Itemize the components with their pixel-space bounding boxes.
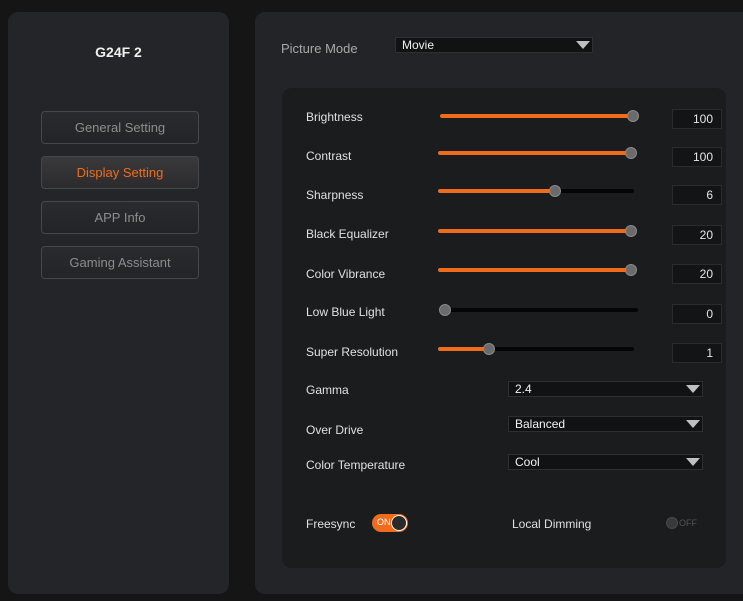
super-resolution-label: Super Resolution <box>306 345 399 359</box>
brightness-slider[interactable] <box>440 110 639 122</box>
sharpness-slider-knob[interactable] <box>549 185 561 197</box>
low-blue-light-slider[interactable] <box>439 304 638 316</box>
freesync-toggle[interactable]: ON <box>372 514 408 532</box>
settings-panel: Brightness 100 Contrast 100 Sharpness 6 … <box>282 88 726 568</box>
over-drive-label: Over Drive <box>306 423 364 437</box>
local-dimming-toggle-knob <box>666 517 678 529</box>
contrast-value[interactable]: 100 <box>672 147 722 167</box>
super-resolution-slider[interactable] <box>438 343 634 355</box>
sharpness-label: Sharpness <box>306 188 364 202</box>
over-drive-select[interactable]: Balanced <box>508 416 703 432</box>
low-blue-light-value[interactable]: 0 <box>672 304 722 324</box>
chevron-down-icon <box>682 382 702 396</box>
sharpness-slider[interactable] <box>438 185 634 197</box>
color-vibrance-slider-fill <box>438 268 631 272</box>
nav-display-setting[interactable]: Display Setting <box>41 156 199 189</box>
chevron-down-icon <box>682 455 702 469</box>
device-name: G24F 2 <box>95 44 142 60</box>
over-drive-value: Balanced <box>515 417 566 431</box>
low-blue-light-label: Low Blue Light <box>306 305 385 319</box>
black-equalizer-value[interactable]: 20 <box>672 225 722 245</box>
brightness-label: Brightness <box>306 110 363 124</box>
sharpness-slider-fill <box>438 189 555 193</box>
gamma-label: Gamma <box>306 383 349 397</box>
gamma-select[interactable]: 2.4 <box>508 381 703 397</box>
nav-gaming-assistant[interactable]: Gaming Assistant <box>41 246 199 279</box>
color-temperature-select[interactable]: Cool <box>508 454 703 470</box>
super-resolution-value[interactable]: 1 <box>672 343 722 363</box>
black-equalizer-slider-fill <box>438 229 631 233</box>
chevron-down-icon <box>682 417 702 431</box>
black-equalizer-slider-knob[interactable] <box>625 225 637 237</box>
color-temperature-label: Color Temperature <box>306 458 406 472</box>
brightness-slider-knob[interactable] <box>627 110 639 122</box>
chevron-down-icon <box>572 38 592 52</box>
brightness-value[interactable]: 100 <box>672 109 722 129</box>
contrast-slider[interactable] <box>438 147 637 159</box>
freesync-toggle-knob <box>391 515 407 531</box>
local-dimming-toggle-state: OFF <box>679 518 697 528</box>
contrast-slider-knob[interactable] <box>625 147 637 159</box>
super-resolution-slider-fill <box>438 347 489 351</box>
local-dimming-toggle[interactable]: OFF <box>666 517 700 529</box>
color-vibrance-slider[interactable] <box>438 264 637 276</box>
black-equalizer-slider[interactable] <box>438 225 637 237</box>
picture-mode-select[interactable]: Movie <box>395 37 593 53</box>
freesync-label: Freesync <box>306 517 356 531</box>
contrast-slider-fill <box>438 151 631 155</box>
local-dimming-label: Local Dimming <box>512 517 592 531</box>
picture-mode-value: Movie <box>402 38 435 52</box>
sidebar: G24F 2 General Setting Display Setting A… <box>8 12 229 594</box>
gamma-value: 2.4 <box>515 382 532 396</box>
main-content: Picture Mode Movie Brightness 100 Contra… <box>255 12 743 594</box>
super-resolution-slider-knob[interactable] <box>483 343 495 355</box>
sharpness-value[interactable]: 6 <box>672 185 722 205</box>
nav-app-info[interactable]: APP Info <box>41 201 199 234</box>
brightness-slider-fill <box>440 114 633 118</box>
black-equalizer-label: Black Equalizer <box>306 227 389 241</box>
color-temperature-value: Cool <box>515 455 540 469</box>
color-vibrance-label: Color Vibrance <box>306 267 386 281</box>
color-vibrance-slider-knob[interactable] <box>625 264 637 276</box>
contrast-label: Contrast <box>306 149 352 163</box>
picture-mode-label: Picture Mode <box>281 41 358 56</box>
freesync-toggle-state: ON <box>377 517 391 527</box>
color-vibrance-value[interactable]: 20 <box>672 264 722 284</box>
low-blue-light-slider-knob[interactable] <box>439 304 451 316</box>
nav-general-setting[interactable]: General Setting <box>41 111 199 144</box>
